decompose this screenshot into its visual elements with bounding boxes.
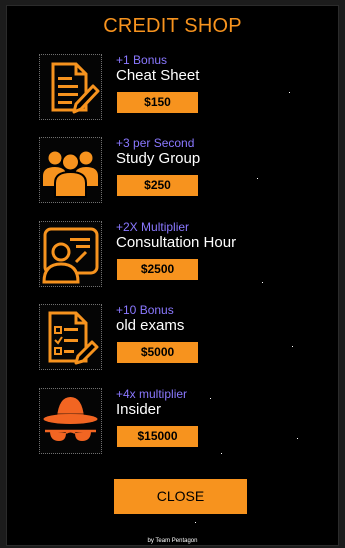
credit-shop-panel: CREDIT SHOP +1 Bonus Cheat Sheet $150 +3…	[6, 5, 339, 546]
star-speck	[210, 398, 211, 399]
star-speck	[195, 522, 196, 523]
star-speck	[289, 92, 290, 93]
close-button[interactable]: CLOSE	[114, 479, 247, 514]
star-speck	[257, 178, 258, 179]
shop-item-insider: +4x multiplier Insider $15000	[39, 387, 329, 458]
item-bonus: +1 Bonus	[116, 53, 168, 67]
buy-consultation-hour-button[interactable]: $2500	[117, 259, 198, 280]
shop-item-consultation-hour: +2X Multiplier Consultation Hour $2500	[39, 220, 329, 291]
credits-text: by Team Pentagon	[147, 538, 198, 544]
buy-study-group-button[interactable]: $250	[117, 175, 198, 196]
item-name: Insider	[116, 401, 162, 418]
item-name: Cheat Sheet	[116, 67, 200, 84]
star-speck	[292, 346, 293, 347]
item-bonus: +4x multiplier	[116, 387, 188, 401]
item-name: old exams	[116, 317, 185, 334]
item-bonus: +10 Bonus	[116, 303, 174, 317]
star-speck	[262, 282, 263, 283]
buy-insider-button[interactable]: $15000	[117, 426, 198, 447]
document-pencil-icon	[39, 54, 102, 120]
buy-old-exams-button[interactable]: $5000	[117, 342, 198, 363]
item-bonus: +3 per Second	[116, 136, 195, 150]
item-name: Consultation Hour	[116, 234, 237, 251]
exam-checklist-icon	[39, 304, 102, 370]
star-speck	[297, 438, 298, 439]
item-name: Study Group	[116, 150, 201, 167]
shop-item-cheat-sheet: +1 Bonus Cheat Sheet $150	[39, 53, 329, 124]
shop-item-study-group: +3 per Second Study Group $250	[39, 136, 329, 207]
item-bonus: +2X Multiplier	[116, 220, 190, 234]
shop-title: CREDIT SHOP	[103, 15, 242, 37]
spy-icon	[39, 388, 102, 454]
buy-cheat-sheet-button[interactable]: $150	[117, 92, 198, 113]
group-icon	[39, 137, 102, 203]
shop-item-old-exams: +10 Bonus old exams $5000	[39, 303, 329, 374]
star-speck	[221, 453, 222, 454]
consultation-icon	[39, 221, 102, 287]
